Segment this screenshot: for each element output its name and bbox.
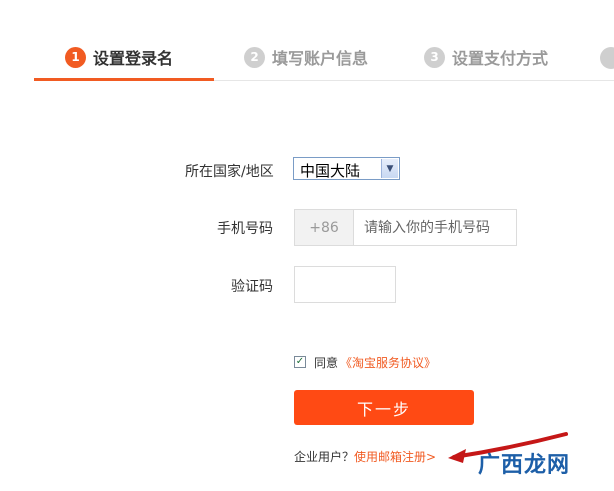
agreement-row: ✓ 同意 《淘宝服务协议》 xyxy=(294,354,436,370)
chevron-down-icon[interactable]: ▼ xyxy=(381,159,398,178)
code-label: 验证码 xyxy=(231,279,273,295)
agree-text: 同意 xyxy=(314,355,339,370)
phone-input[interactable] xyxy=(354,210,516,245)
active-step-underline xyxy=(34,78,214,81)
verification-code-input[interactable] xyxy=(294,266,396,303)
watermark-logo: 广西龙网 xyxy=(478,453,571,478)
step-1-number: 1 xyxy=(65,46,86,68)
email-register-link[interactable]: 使用邮箱注册> xyxy=(354,450,436,464)
step-3-label: 设置支付方式 xyxy=(452,49,549,68)
phone-field-group: +86 xyxy=(294,209,517,246)
phone-label: 手机号码 xyxy=(217,221,273,237)
country-label: 所在国家/地区 xyxy=(185,164,274,180)
step-2: 2 填写账户信息 xyxy=(244,44,368,70)
step-4-partial-circle xyxy=(600,47,614,69)
step-2-number: 2 xyxy=(244,46,265,68)
service-agreement-link[interactable]: 《淘宝服务协议》 xyxy=(340,354,436,371)
step-1-label: 设置登录名 xyxy=(93,49,174,68)
phone-country-code: +86 xyxy=(295,210,354,245)
step-3-number: 3 xyxy=(424,46,445,68)
next-step-button[interactable]: 下一步 xyxy=(294,390,474,425)
watermark: 广西龙网 xyxy=(478,446,570,480)
step-progress: 1 设置登录名 2 填写账户信息 3 设置支付方式 xyxy=(0,0,614,82)
step-1: 1 设置登录名 xyxy=(65,44,173,70)
country-select[interactable]: 中国大陆 ▼ xyxy=(293,157,400,180)
step-3: 3 设置支付方式 xyxy=(424,44,548,70)
enterprise-register-row: 企业用户？使用邮箱注册> xyxy=(294,448,436,465)
country-select-value: 中国大陆 xyxy=(300,162,361,180)
enterprise-user-text: 企业用户？ xyxy=(294,450,355,464)
step-2-label: 填写账户信息 xyxy=(272,49,369,68)
agree-checkbox[interactable]: ✓ xyxy=(294,356,306,368)
